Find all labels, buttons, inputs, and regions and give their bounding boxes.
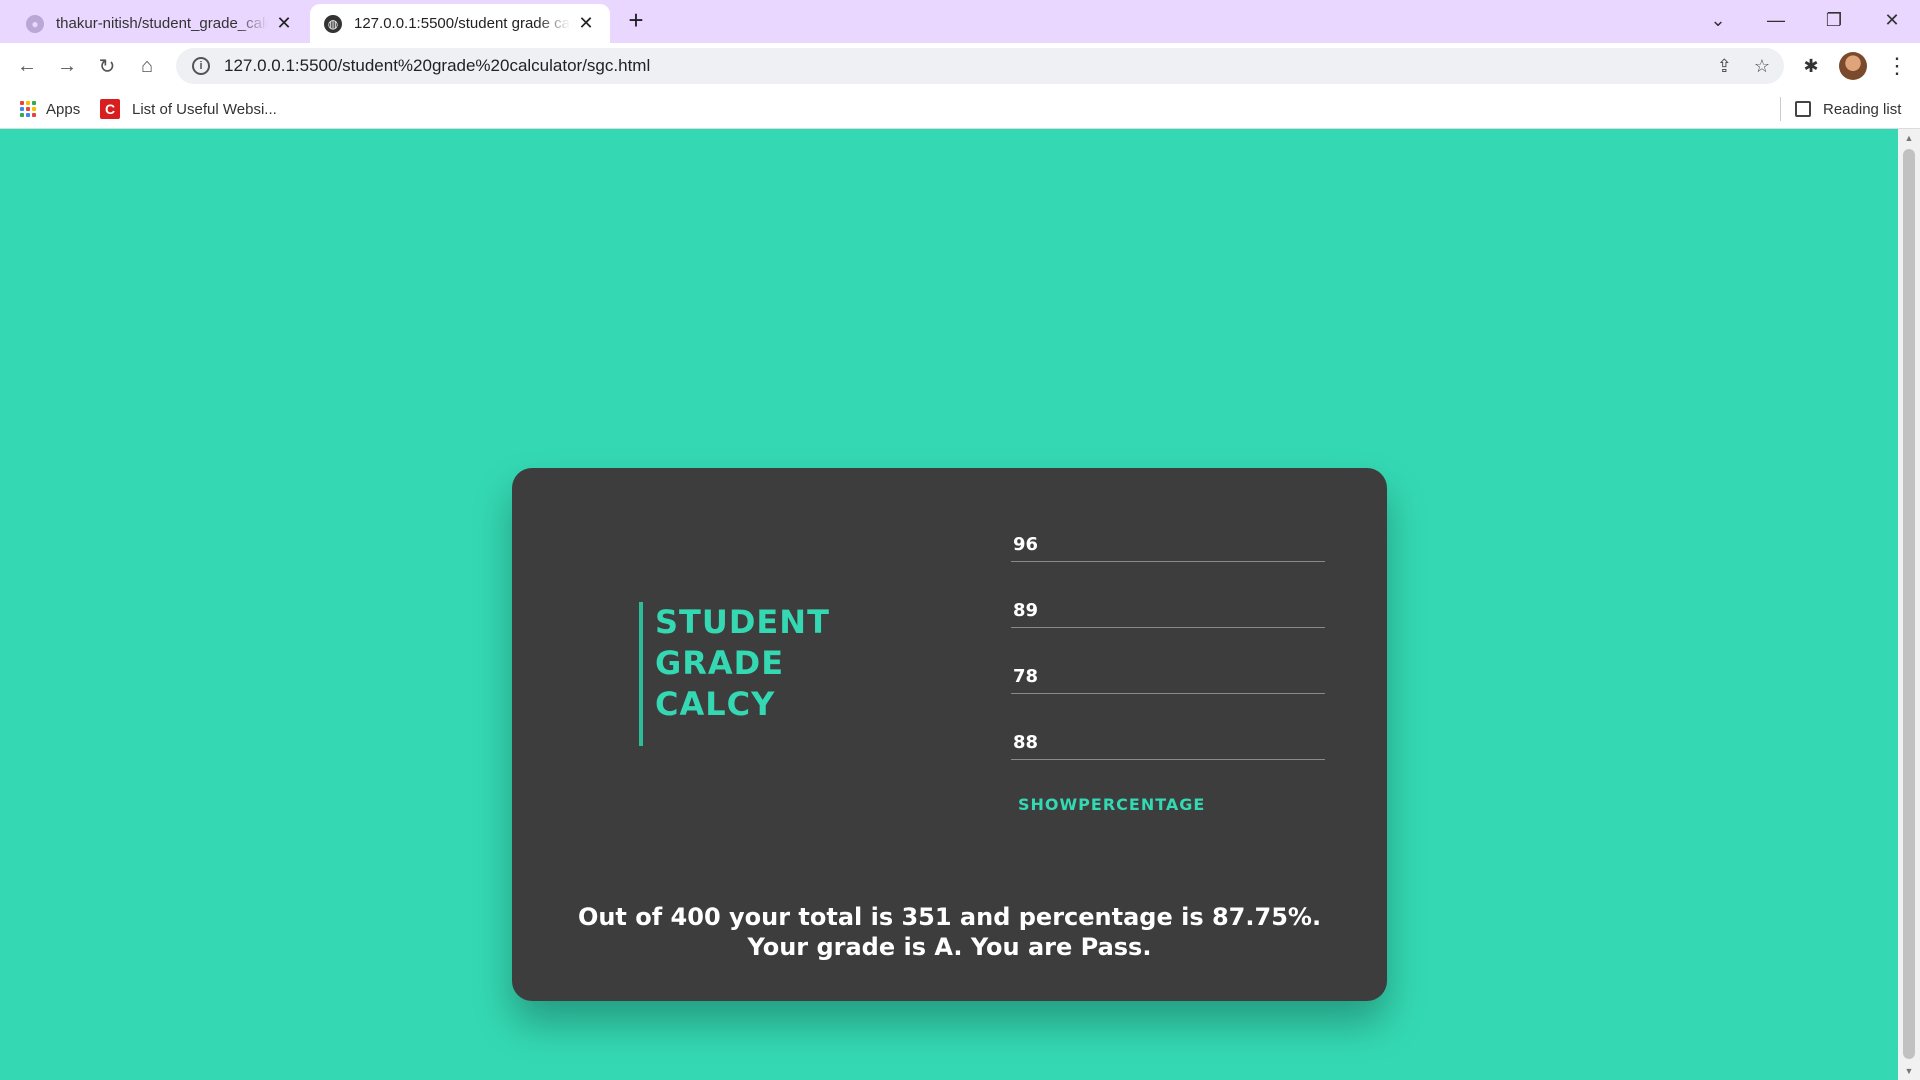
tab-local-page[interactable]: ◍ 127.0.0.1:5500/student grade calc ✕ xyxy=(310,4,610,43)
browser-toolbar: ← → ↻ ⌂ i 127.0.0.1:5500/student%20grade… xyxy=(0,43,1920,89)
tab-title: 127.0.0.1:5500/student grade calc xyxy=(354,15,570,32)
scroll-down-icon[interactable]: ▼ xyxy=(1904,1066,1914,1076)
url-text[interactable]: 127.0.0.1:5500/student%20grade%20calcula… xyxy=(224,56,650,76)
site-info-icon[interactable]: i xyxy=(192,57,210,75)
tab-strip: ● thakur-nitish/student_grade_calc ✕ ◍ 1… xyxy=(0,0,1920,43)
bookmark-label: List of Useful Websi... xyxy=(132,100,277,118)
reading-list-button[interactable]: Reading list xyxy=(1780,97,1901,121)
share-icon[interactable]: ⇪ xyxy=(1717,56,1732,77)
apps-grid-icon xyxy=(20,101,36,117)
subject-2-marks-input[interactable] xyxy=(1011,594,1325,628)
profile-avatar[interactable] xyxy=(1839,52,1867,80)
tab-search-icon[interactable]: ⌄ xyxy=(1690,0,1746,40)
result-line: Out of 400 your total is 351 and percent… xyxy=(577,903,1322,931)
github-icon: ● xyxy=(26,14,44,33)
tab-title: thakur-nitish/student_grade_calc xyxy=(56,15,268,32)
scrollbar-thumb[interactable] xyxy=(1903,149,1915,1059)
reading-list-label: Reading list xyxy=(1823,100,1902,118)
subject-3-marks-input[interactable] xyxy=(1011,660,1325,694)
new-tab-button[interactable]: + xyxy=(622,6,650,34)
subject-1-marks-input[interactable] xyxy=(1011,528,1325,562)
c-brand-icon: C xyxy=(100,99,120,119)
subject-4-marks-input[interactable] xyxy=(1011,726,1325,760)
logo-line: GRADE xyxy=(655,644,785,682)
bookmark-label: Apps xyxy=(46,100,81,118)
page-viewport: STUDENT GRADE CALCY SHOWPERCENTAGE Out o… xyxy=(0,129,1898,1080)
menu-icon[interactable]: ⋮ xyxy=(1886,52,1908,80)
bookmarks-bar: Apps C List of Useful Websi... Reading l… xyxy=(0,89,1920,129)
forward-icon[interactable]: → xyxy=(51,50,83,82)
calculator-card: STUDENT GRADE CALCY SHOWPERCENTAGE Out o… xyxy=(512,468,1387,1001)
restore-button[interactable]: ❐ xyxy=(1806,0,1862,40)
address-bar[interactable]: i 127.0.0.1:5500/student%20grade%20calcu… xyxy=(176,48,1784,84)
logo-line: CALCY xyxy=(655,685,776,723)
bookmark-star-icon[interactable]: ☆ xyxy=(1754,56,1770,77)
vertical-scrollbar[interactable]: ▲ ▼ xyxy=(1898,129,1920,1080)
marks-form xyxy=(1011,528,1325,760)
reading-list-icon xyxy=(1795,101,1811,117)
back-icon[interactable]: ← xyxy=(11,50,43,82)
logo-line: STUDENT xyxy=(655,603,830,641)
bookmark-apps[interactable]: Apps xyxy=(20,97,80,121)
minimize-button[interactable]: — xyxy=(1748,0,1804,40)
close-icon[interactable]: ✕ xyxy=(274,13,294,34)
app-logo: STUDENT GRADE CALCY xyxy=(639,602,830,746)
result-text: Out of 400 your total is 351 and percent… xyxy=(512,902,1387,962)
close-icon[interactable]: ✕ xyxy=(576,13,596,34)
home-icon[interactable]: ⌂ xyxy=(131,50,163,82)
tab-github[interactable]: ● thakur-nitish/student_grade_calc ✕ xyxy=(12,4,308,43)
globe-icon: ◍ xyxy=(324,14,342,33)
close-window-button[interactable]: ✕ xyxy=(1864,0,1920,40)
result-line: Your grade is A. You are Pass. xyxy=(747,933,1152,961)
reload-icon[interactable]: ↻ xyxy=(91,50,123,82)
show-percentage-button[interactable]: SHOWPERCENTAGE xyxy=(1018,795,1205,814)
bookmark-useful-websites[interactable]: C List of Useful Websi... xyxy=(100,97,277,121)
scroll-up-icon[interactable]: ▲ xyxy=(1904,133,1914,143)
extensions-icon[interactable]: ✱ xyxy=(1797,52,1825,80)
